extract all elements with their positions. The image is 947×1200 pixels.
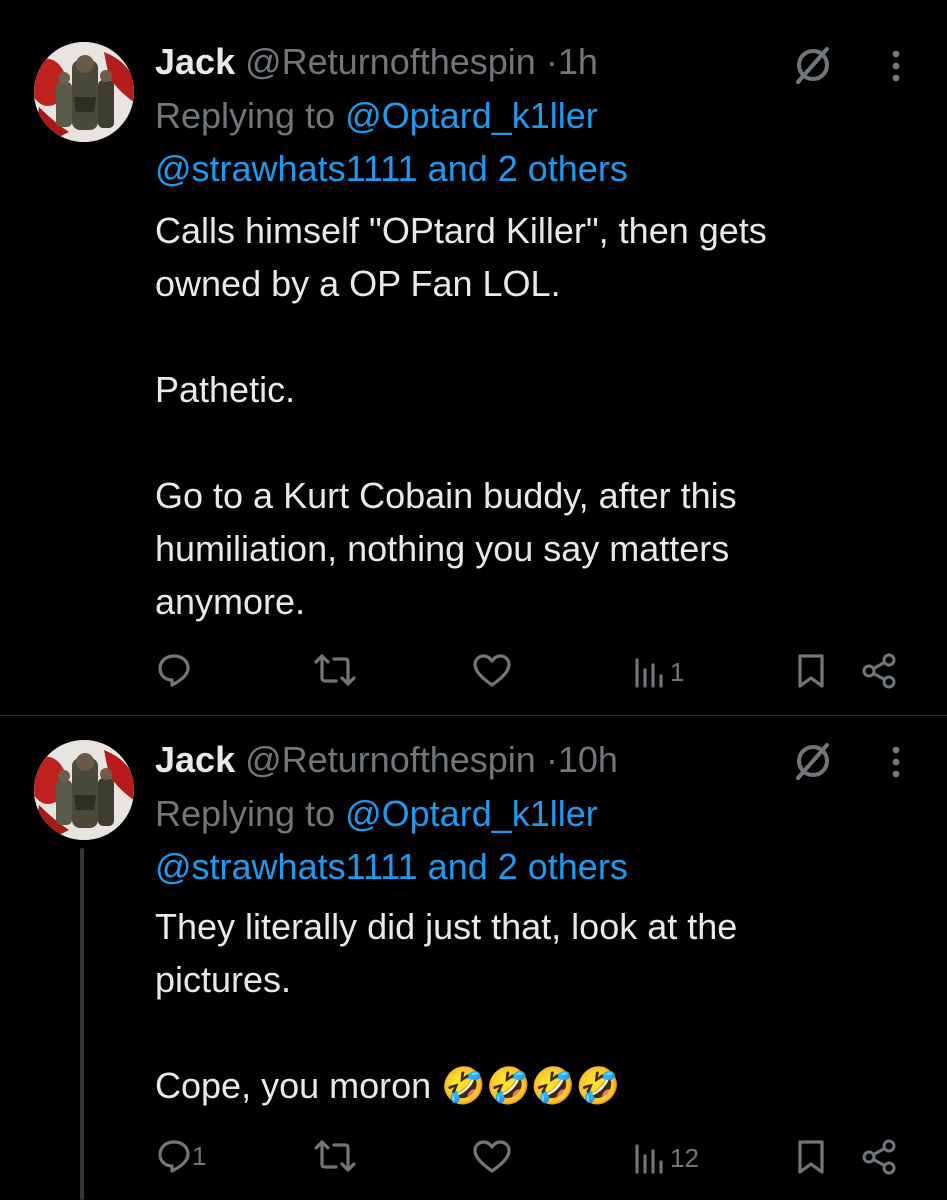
replying-prefix: Replying to [155,793,346,834]
share-icon [862,653,896,689]
avatar-image [34,740,134,840]
reply-others[interactable]: @strawhats1111 and 2 others [155,845,628,889]
more-vertical-icon[interactable] [888,744,904,785]
tweet-header: Jack @Returnofthespin ·1h [155,40,598,84]
bookmark-button[interactable] [796,1139,826,1175]
timestamp[interactable]: 10h [558,739,618,780]
avatar[interactable] [34,42,134,142]
bookmark-icon [798,654,824,688]
heart-icon [473,1140,511,1173]
tweet-text: Calls himself "OPtard Killer", then gets… [155,210,767,622]
reply-mention[interactable]: @Optard_k1ller [345,793,598,834]
reply-bubble-icon [158,654,190,687]
heart-icon [473,654,511,687]
views-button[interactable]: 12 [632,1142,699,1174]
view-count: 12 [670,1142,699,1173]
grok-slash-icon[interactable] [792,740,834,787]
reply-bubble-icon [158,1140,190,1173]
reply-button[interactable]: 1 [156,1138,206,1174]
share-button[interactable] [860,1138,898,1176]
repost-button[interactable] [314,652,356,688]
timestamp[interactable]: 1h [558,41,598,82]
thread-connector-line [80,848,84,1200]
like-button[interactable] [473,1140,511,1174]
tweet-2[interactable]: Jack @Returnofthespin ·10h Replying to @… [0,716,947,1200]
reply-mention[interactable]: @Optard_k1ller [345,95,598,136]
views-button[interactable]: 1 [632,656,684,688]
replying-to: Replying to @Optard_k1ller [155,792,598,836]
reply-others[interactable]: @strawhats1111 and 2 others [155,147,628,191]
share-button[interactable] [860,652,898,690]
replying-to: Replying to @Optard_k1ller [155,94,598,138]
avatar[interactable] [34,740,134,840]
repost-icon [314,654,356,686]
user-handle[interactable]: @Returnofthespin [245,41,536,82]
share-icon [862,1139,896,1175]
more-vertical-icon[interactable] [888,48,904,89]
display-name[interactable]: Jack [155,739,235,780]
repost-button[interactable] [314,1138,356,1174]
grok-slash-icon[interactable] [792,44,834,91]
avatar-image [34,42,134,142]
view-count: 1 [670,656,685,687]
views-bar-icon [635,658,663,688]
repost-icon [314,1140,356,1172]
reply-count: 1 [192,1140,207,1171]
bookmark-icon [798,1140,824,1174]
separator-dot: · [545,739,558,780]
user-handle[interactable]: @Returnofthespin [245,739,536,780]
separator-dot: · [545,41,558,82]
replying-prefix: Replying to [155,95,346,136]
views-bar-icon [635,1144,663,1174]
bookmark-button[interactable] [796,653,826,689]
tweet-1[interactable]: Jack @Returnofthespin ·1h Replying to @O… [0,0,947,715]
display-name[interactable]: Jack [155,41,235,82]
tweet-header: Jack @Returnofthespin ·10h [155,738,618,782]
like-button[interactable] [473,654,511,688]
tweet-text: They literally did just that, look at th… [155,906,738,1106]
reply-button[interactable] [156,652,192,688]
